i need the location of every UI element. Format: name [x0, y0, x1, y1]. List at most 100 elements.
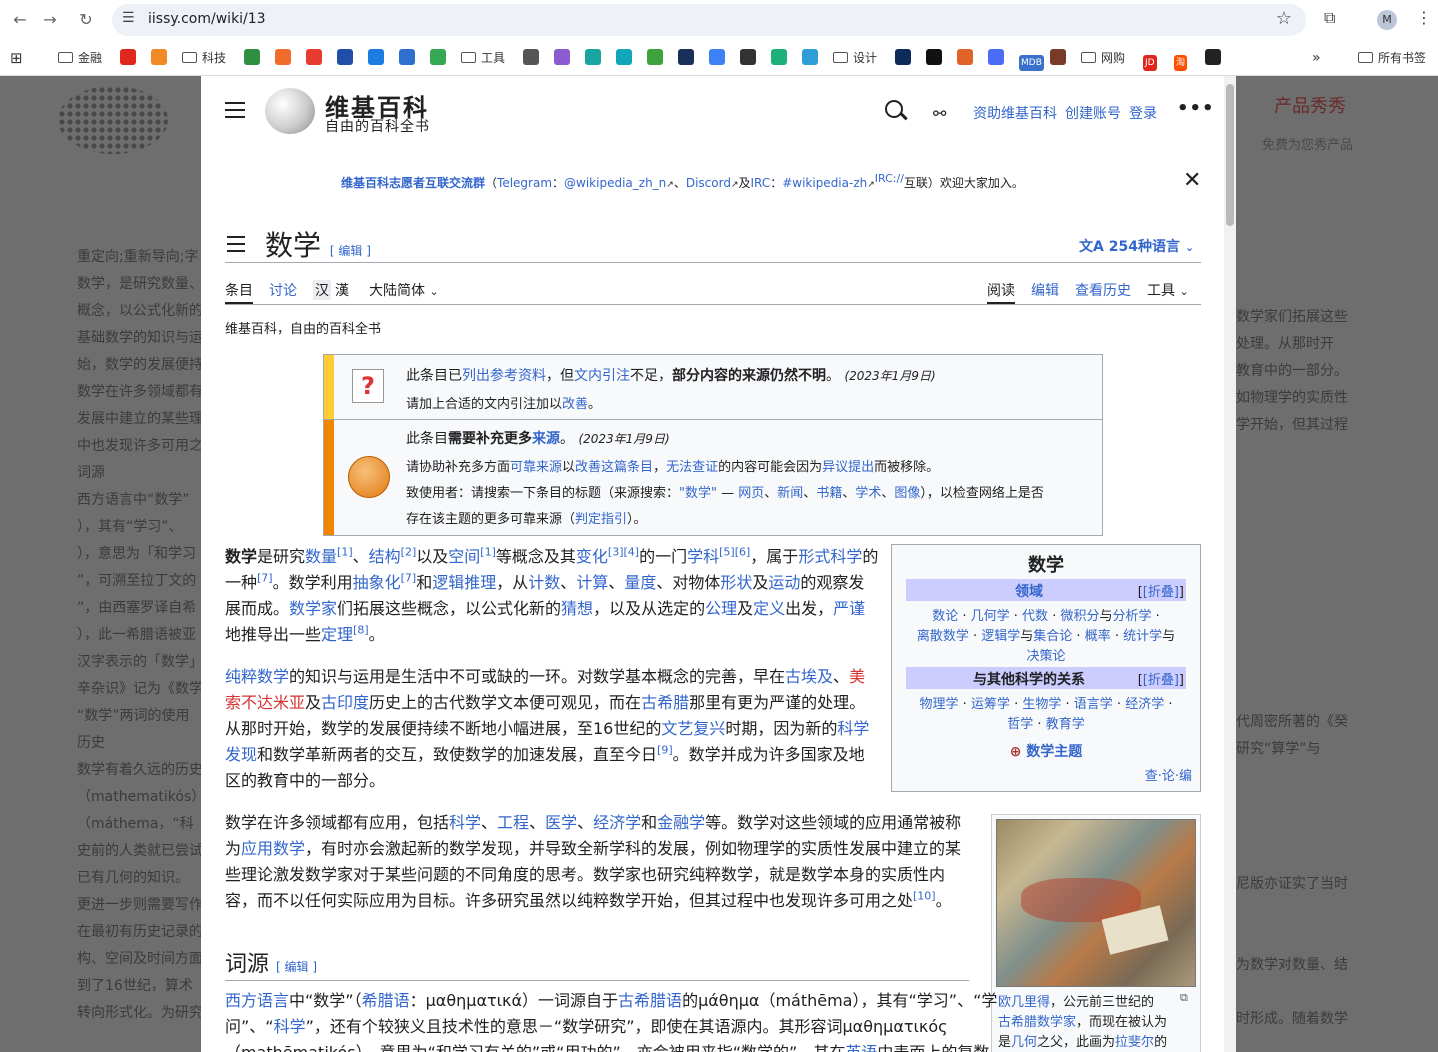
variant-han-traditional[interactable]: 漢 — [335, 280, 349, 300]
wiki-link[interactable]: 欧几里得 — [998, 995, 1050, 1010]
bookmark-site-icon[interactable] — [244, 48, 264, 68]
extensions-icon[interactable]: ⧉ — [1324, 8, 1335, 28]
wiki-link[interactable]: 形状 — [720, 573, 752, 592]
variant-dropdown[interactable]: 大陆简体 ⌄ — [369, 280, 439, 300]
wiki-link[interactable]: 空间 — [448, 547, 480, 566]
bookmark-site-icon[interactable] — [616, 48, 636, 68]
bookmark-site-icon[interactable] — [926, 48, 946, 68]
collapse-toggle[interactable]: [[折叠]] — [1138, 581, 1184, 600]
bookmark-site-icon[interactable] — [306, 48, 326, 68]
citation-ref[interactable]: [1] — [337, 546, 353, 559]
wiki-link[interactable]: 古印度 — [321, 693, 369, 712]
wiki-link[interactable]: 统计学 — [1123, 629, 1162, 644]
wiki-link[interactable]: 拉斐尔 — [1115, 1035, 1154, 1050]
browser-menu-icon[interactable]: ⋮ — [1416, 8, 1432, 27]
wiki-link[interactable]: 希腊语 — [362, 991, 410, 1010]
bookmark-site-icon[interactable] — [895, 48, 915, 68]
bookmark-site-icon[interactable] — [1050, 48, 1070, 68]
bookmark-site-icon[interactable] — [554, 48, 574, 68]
wiki-link[interactable]: 英语 — [845, 1043, 877, 1052]
reload-icon[interactable]: ↻ — [74, 8, 98, 32]
notice-link[interactable]: 判定指引 — [575, 512, 627, 527]
wiki-link[interactable]: 语言学 — [1074, 697, 1113, 712]
wiki-link[interactable]: 计算 — [576, 573, 608, 592]
portal-link[interactable]: 数学主题 — [1026, 744, 1082, 760]
wiki-link[interactable]: 发现 — [225, 745, 257, 764]
citation-ref[interactable]: [7] — [257, 572, 273, 585]
notice-link[interactable]: 改善这篇条目 — [575, 460, 653, 475]
wiki-link[interactable]: 公理 — [705, 599, 737, 618]
notice-link[interactable]: 学术 — [855, 486, 881, 501]
bookmark-site-icon[interactable] — [988, 48, 1008, 68]
wiki-link[interactable]: 离散数学 — [917, 629, 969, 644]
apps-grid-icon[interactable]: ⊞ — [10, 48, 23, 68]
wiki-link[interactable]: 严谨 — [833, 599, 865, 618]
bookmark-folder[interactable]: 网购 — [1081, 48, 1125, 68]
bookmark-site-icon[interactable] — [709, 48, 729, 68]
citation-ref[interactable]: [2] — [401, 546, 417, 559]
bookmark-site-icon[interactable] — [368, 48, 388, 68]
bookmark-site-icon[interactable]: MDB — [1019, 48, 1048, 71]
tools-dropdown[interactable]: 工具 ⌄ — [1147, 280, 1189, 300]
wiki-link[interactable]: 几何 — [1011, 1035, 1037, 1050]
wiki-link[interactable]: 数论 — [932, 609, 958, 624]
wiki-link[interactable]: 数量 — [305, 547, 337, 566]
notice-link[interactable]: 书籍 — [816, 486, 842, 501]
scrollbar-thumb[interactable] — [1226, 84, 1234, 226]
donate-link[interactable]: 资助维基百科 — [973, 103, 1057, 123]
tab-read[interactable]: 阅读 — [987, 280, 1015, 304]
create-account-link[interactable]: 创建账号 — [1065, 103, 1121, 123]
tab-talk[interactable]: 讨论 — [269, 280, 297, 300]
back-icon[interactable]: ← — [8, 8, 32, 32]
bookmark-site-icon[interactable] — [120, 48, 140, 68]
citation-ref[interactable]: [3][4] — [608, 546, 639, 559]
collapse-toggle[interactable]: [[折叠]] — [1138, 669, 1184, 688]
wiki-link[interactable]: 经济学 — [593, 813, 641, 832]
irc-label[interactable]: IRC — [751, 176, 771, 190]
wiki-link[interactable]: 决策论 — [1026, 649, 1065, 664]
wiki-link[interactable]: 抽象化 — [353, 573, 401, 592]
wiki-link[interactable]: 结构 — [369, 547, 401, 566]
telegram-link[interactable]: @wikipedia_zh_n — [564, 176, 666, 190]
wiki-link[interactable]: 教育学 — [1046, 717, 1085, 732]
citation-ref[interactable]: [1] — [480, 546, 496, 559]
bookmark-site-icon[interactable] — [647, 48, 667, 68]
site-settings-icon[interactable]: ☰ — [122, 10, 135, 26]
wiki-link[interactable]: 科学 — [837, 719, 869, 738]
bookmark-site-icon[interactable] — [275, 48, 295, 68]
bookmark-site-icon[interactable] — [678, 48, 698, 68]
wiki-link[interactable]: 医学 — [545, 813, 577, 832]
discord-link[interactable]: Discord — [686, 176, 731, 190]
wiki-link[interactable]: 微积分 — [1060, 609, 1099, 624]
wiki-link[interactable]: 生物学 — [1022, 697, 1061, 712]
bookmark-site-icon[interactable] — [771, 48, 791, 68]
wiki-link[interactable]: 科学 — [274, 1017, 306, 1036]
wiki-link[interactable]: 金融学 — [657, 813, 705, 832]
appearance-icon[interactable]: ⚯ — [933, 104, 946, 123]
wiki-link[interactable]: 定理 — [321, 625, 353, 644]
fields-link[interactable]: 领域 — [906, 581, 1152, 601]
bookmark-site-icon[interactable] — [802, 48, 822, 68]
wikipedia-globe-icon[interactable] — [265, 88, 315, 134]
wiki-link[interactable]: 概率 — [1085, 629, 1111, 644]
wiki-link[interactable]: 量度 — [624, 573, 656, 592]
irc-link[interactable]: #wikipedia-zh — [782, 176, 867, 190]
variant-han-simplified[interactable]: 汉 — [313, 280, 331, 300]
bookmarks-more-icon[interactable]: » — [1312, 48, 1321, 68]
wiki-link[interactable]: 几何学 — [971, 609, 1010, 624]
search-icon[interactable] — [885, 100, 903, 118]
bookmark-site-icon[interactable] — [399, 48, 419, 68]
telegram-label[interactable]: Telegram — [497, 176, 552, 190]
wiki-link[interactable]: 古希腊语 — [618, 991, 682, 1010]
bookmark-folder[interactable]: 设计 — [833, 48, 877, 68]
navbox-vte-links[interactable]: 查·论·编 — [1145, 765, 1192, 784]
address-bar[interactable]: ☰ iissy.com/wiki/13 ☆ — [112, 4, 1306, 36]
bookmark-site-icon[interactable] — [523, 48, 543, 68]
wiki-link[interactable]: 猜想 — [561, 599, 593, 618]
wiki-link[interactable]: 哲学 — [1007, 717, 1033, 732]
all-bookmarks-folder[interactable]: 所有书签 — [1358, 48, 1426, 68]
bookmark-site-icon[interactable] — [1205, 48, 1225, 68]
wiki-link[interactable]: 纯粹数学 — [225, 667, 289, 686]
wiki-link[interactable]: 科学 — [449, 813, 481, 832]
wiki-link[interactable]: 数学家 — [289, 599, 337, 618]
